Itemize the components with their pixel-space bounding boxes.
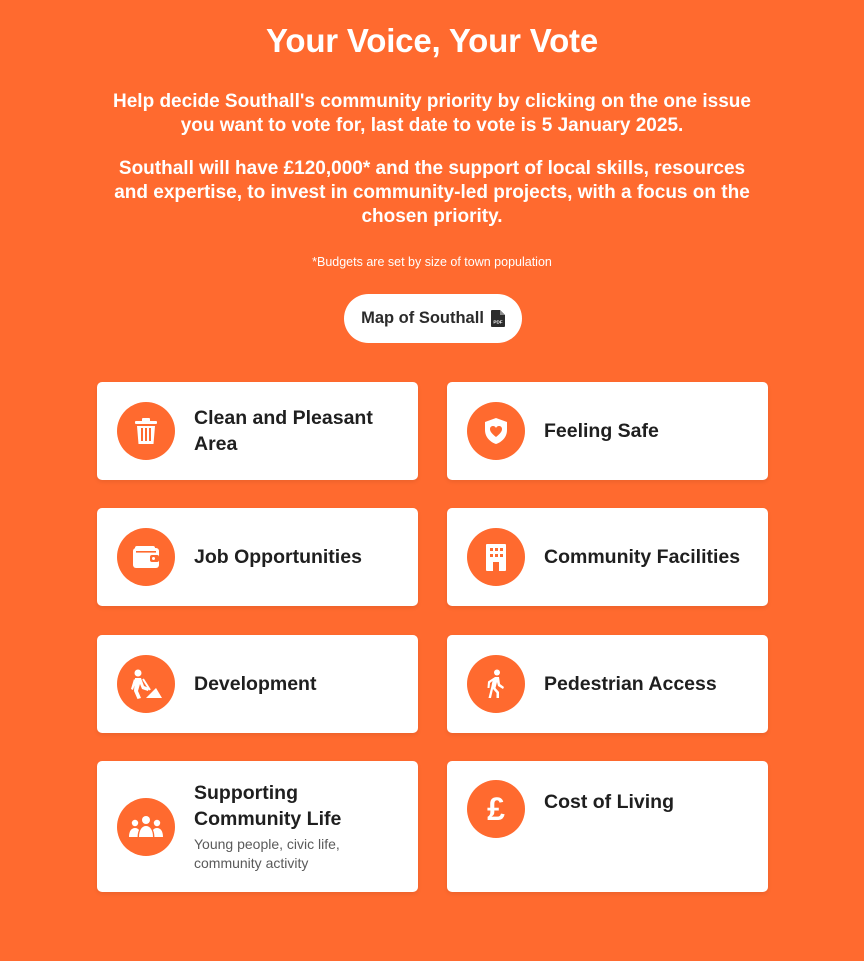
svg-text:PDF: PDF: [493, 320, 502, 325]
building-icon: [467, 528, 525, 586]
option-title: Cost of Living: [544, 791, 674, 813]
intro-text: Help decide Southall's community priorit…: [113, 91, 751, 136]
page-title: Your Voice, Your Vote: [266, 22, 598, 59]
map-of-southall-button[interactable]: Map of Southall PDF: [344, 294, 522, 343]
heart-shield-icon: [467, 402, 525, 460]
option-title: Job Opportunities: [194, 546, 362, 568]
option-title: Clean and Pleasant Area: [194, 407, 373, 455]
option-card-pedestrian-access[interactable]: Pedestrian Access: [447, 635, 768, 733]
option-card-development[interactable]: Development: [97, 635, 418, 733]
option-title: Feeling Safe: [544, 420, 659, 442]
budget-text: Southall will have £120,000* and the sup…: [114, 158, 750, 227]
pound-sign-icon: £: [467, 780, 525, 838]
people-group-icon: [117, 797, 175, 856]
option-title: Supporting Community Life: [194, 781, 342, 830]
option-title: Community Facilities: [544, 546, 741, 568]
pdf-file-icon: PDF: [490, 310, 505, 327]
svg-text:£: £: [487, 794, 505, 824]
option-card-clean-and-pleasant-area[interactable]: Clean and Pleasant Area: [97, 382, 418, 480]
option-card-supporting-community-life[interactable]: Supporting Community Life Young people, …: [97, 761, 418, 892]
construction-worker-icon: [117, 655, 175, 713]
wallet-icon: [117, 528, 175, 586]
map-button-label: Map of Southall: [361, 309, 484, 327]
option-card-feeling-safe[interactable]: Feeling Safe: [447, 382, 768, 480]
trash-bin-icon: [117, 402, 175, 460]
option-card-community-facilities[interactable]: Community Facilities: [447, 508, 768, 606]
option-title: Pedestrian Access: [544, 673, 717, 695]
vote-page: Your Voice, Your Vote Help decide Southa…: [0, 0, 864, 961]
budget-footnote: *Budgets are set by size of town populat…: [312, 255, 552, 269]
walking-person-icon: [467, 655, 525, 713]
option-title: Development: [194, 673, 317, 695]
option-description: Young people, civic life, community acti…: [194, 835, 340, 872]
option-card-job-opportunities[interactable]: Job Opportunities: [97, 508, 418, 606]
option-card-cost-of-living[interactable]: £ Cost of Living: [447, 761, 768, 892]
